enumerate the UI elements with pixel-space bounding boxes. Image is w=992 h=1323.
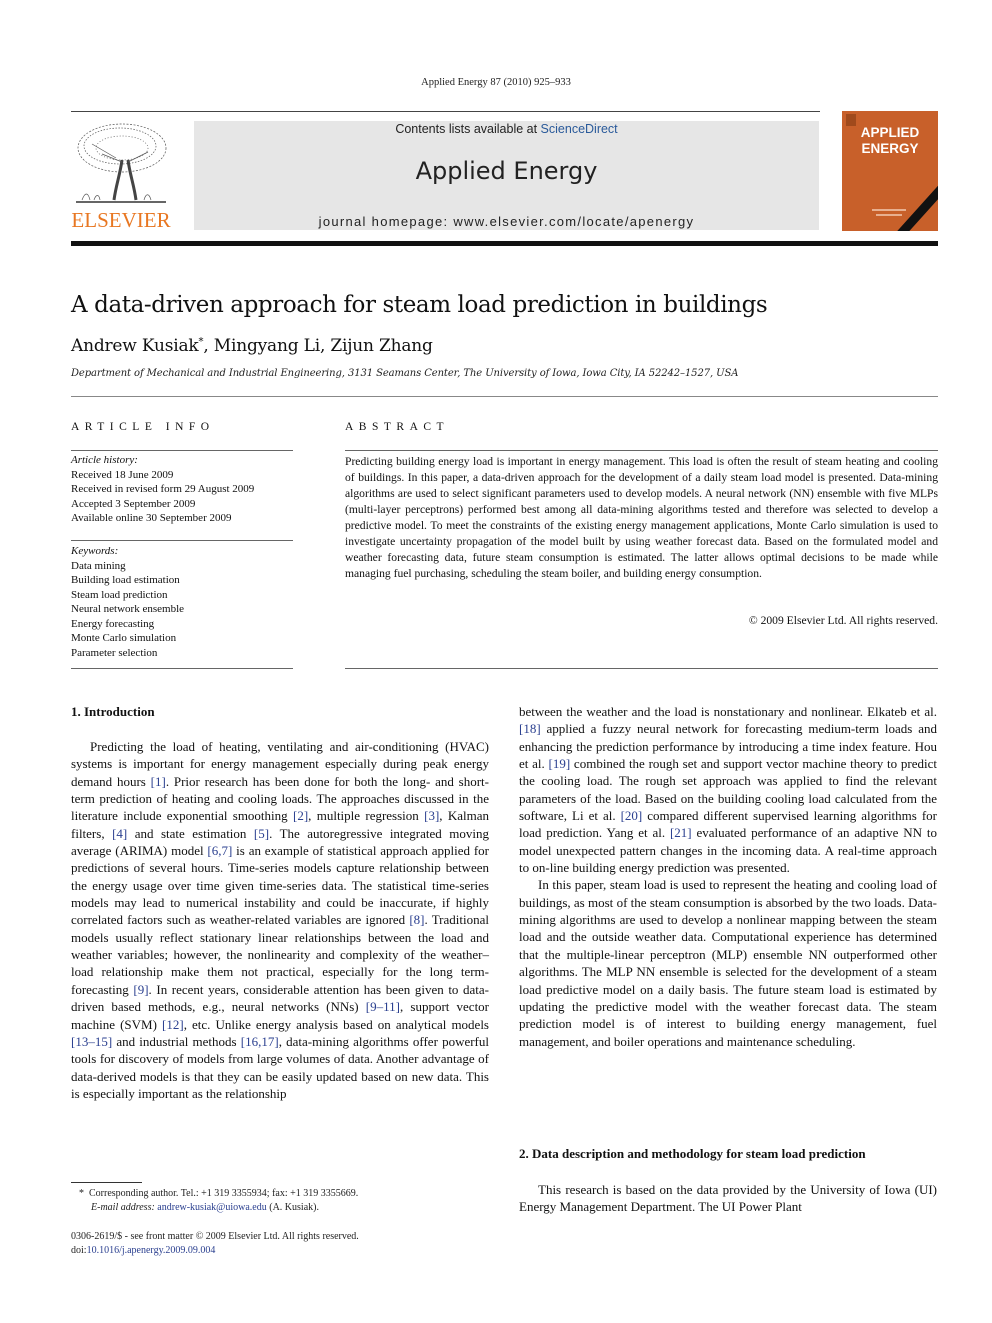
citation-link[interactable]: [12] [162, 1017, 184, 1032]
history-item: Accepted 3 September 2009 [71, 497, 196, 510]
keyword: Data mining [71, 559, 126, 572]
section-heading: 2. Data description and methodology for … [519, 1146, 866, 1161]
citation-link[interactable]: [19] [549, 756, 571, 771]
header-thick-rule [71, 241, 938, 246]
keyword: Steam load prediction [71, 588, 168, 601]
body-paragraph: between the weather and the load is nons… [519, 704, 938, 876]
affiliation: Department of Mechanical and Industrial … [71, 368, 739, 379]
elsevier-wordmark: ELSEVIER [71, 208, 171, 232]
citation-link[interactable]: [18] [519, 721, 541, 736]
contents-prefix: Contents lists available at [395, 122, 541, 136]
history-item: Available online 30 September 2009 [71, 512, 232, 524]
abstract-heading: ABSTRACT [345, 421, 450, 433]
citation-link[interactable]: [16,17] [241, 1034, 279, 1049]
doi-link[interactable]: 10.1016/j.apenergy.2009.09.004 [87, 1245, 216, 1256]
keyword: Building load estimation [71, 574, 180, 586]
cover-title: APPLIED ENERGY [842, 125, 938, 157]
email-label: E-mail address: [91, 1202, 155, 1213]
abstract-text: Predicting building energy load is impor… [345, 455, 938, 580]
author-list: Andrew Kusiak*, Mingyang Li, Zijun Zhang [71, 336, 433, 356]
article-info-rule [71, 450, 293, 451]
citation-link[interactable]: [20] [621, 808, 643, 823]
cover-title-line2: ENERGY [861, 141, 919, 156]
doi-label: doi: [71, 1245, 87, 1256]
keyword: Parameter selection [71, 646, 158, 659]
keyword: Monte Carlo simulation [71, 632, 177, 644]
keywords-rule [71, 540, 293, 541]
journal-banner: Contents lists available at ScienceDirec… [194, 121, 819, 230]
journal-title: Applied Energy [415, 157, 598, 185]
article-history: Article history: Received 18 June 2009 R… [71, 453, 254, 526]
citation-link[interactable]: [13–15] [71, 1034, 112, 1049]
article-info-bottom-rule [71, 668, 293, 669]
title-rule [71, 396, 938, 397]
elsevier-logo[interactable]: ELSEVIER [70, 120, 172, 232]
body-paragraph: Predicting the load of heating, ventilat… [71, 739, 490, 1101]
article-title: A data-driven approach for steam load pr… [71, 292, 768, 318]
sciencedirect-link[interactable]: ScienceDirect [541, 122, 618, 136]
keyword: Energy forecasting [71, 617, 155, 630]
front-matter: 0306-2619/$ - see front matter © 2009 El… [71, 1230, 359, 1258]
keywords-label: Keywords: [71, 545, 119, 557]
footnote-rule [71, 1182, 142, 1183]
author-separator: , [203, 336, 214, 356]
citation-link[interactable]: [5] [254, 826, 269, 841]
keywords: Keywords: Data mining Building load esti… [71, 544, 184, 660]
article-info-heading: ARTICLE INFO [71, 421, 215, 433]
history-label: Article history: [71, 454, 138, 466]
citation-link[interactable]: [6,7] [207, 843, 232, 858]
citation-link[interactable]: [4] [112, 826, 127, 841]
citation-link[interactable]: [3] [424, 808, 439, 823]
corresponding-info: Corresponding author. Tel.: +1 319 33559… [89, 1188, 359, 1199]
cover-corner-strip [892, 182, 938, 231]
abstract-copyright: © 2009 Elsevier Ltd. All rights reserved… [748, 614, 938, 627]
issn-line: 0306-2619/$ - see front matter © 2009 El… [71, 1231, 359, 1242]
keyword: Neural network ensemble [71, 603, 185, 615]
header-rule [71, 111, 820, 112]
abstract-rule [345, 450, 938, 451]
author-separator: , [319, 336, 331, 356]
author-name[interactable]: Zijun Zhang [330, 336, 433, 356]
cover-small-text [876, 214, 902, 216]
history-item: Received in revised form 29 August 2009 [71, 483, 255, 495]
abstract-bottom-rule [345, 668, 938, 669]
contents-line: Contents lists available at ScienceDirec… [194, 122, 819, 136]
email-link[interactable]: andrew-kusiak@uiowa.edu [157, 1202, 266, 1213]
section-heading: 1. Introduction [71, 704, 155, 719]
journal-citation: Applied Energy 87 (2010) 925–933 [421, 77, 571, 88]
body-paragraph: This research is based on the data provi… [519, 1182, 937, 1215]
author-name[interactable]: Mingyang Li [214, 336, 320, 356]
journal-cover[interactable]: APPLIED ENERGY [842, 111, 938, 231]
cover-title-line1: APPLIED [860, 125, 920, 140]
cover-small-text [872, 209, 906, 211]
citation-link[interactable]: [2] [293, 808, 308, 823]
intro-column-right: between the weather and the load is nons… [519, 703, 937, 1050]
body-paragraph: In this paper, steam load is used to rep… [519, 877, 937, 1049]
email-suffix: (A. Kusiak). [266, 1202, 319, 1213]
corresponding-author-footnote: * Corresponding author. Tel.: +1 319 335… [71, 1187, 358, 1215]
journal-homepage[interactable]: journal homepage: www.elsevier.com/locat… [194, 214, 819, 229]
citation-link[interactable]: [8] [409, 912, 424, 927]
footnote-mark: * [79, 1188, 84, 1199]
section2-column: This research is based on the data provi… [519, 1181, 937, 1216]
citation-link[interactable]: [1] [151, 774, 166, 789]
citation-link[interactable]: [9–11] [366, 999, 400, 1014]
history-item: Received 18 June 2009 [71, 468, 174, 481]
elsevier-tree-icon [72, 120, 170, 208]
author-name[interactable]: Andrew Kusiak [71, 336, 199, 356]
intro-column-left: Predicting the load of heating, ventilat… [71, 738, 489, 1102]
citation-link[interactable]: [9] [133, 982, 148, 997]
citation-link[interactable]: [21] [670, 825, 692, 840]
